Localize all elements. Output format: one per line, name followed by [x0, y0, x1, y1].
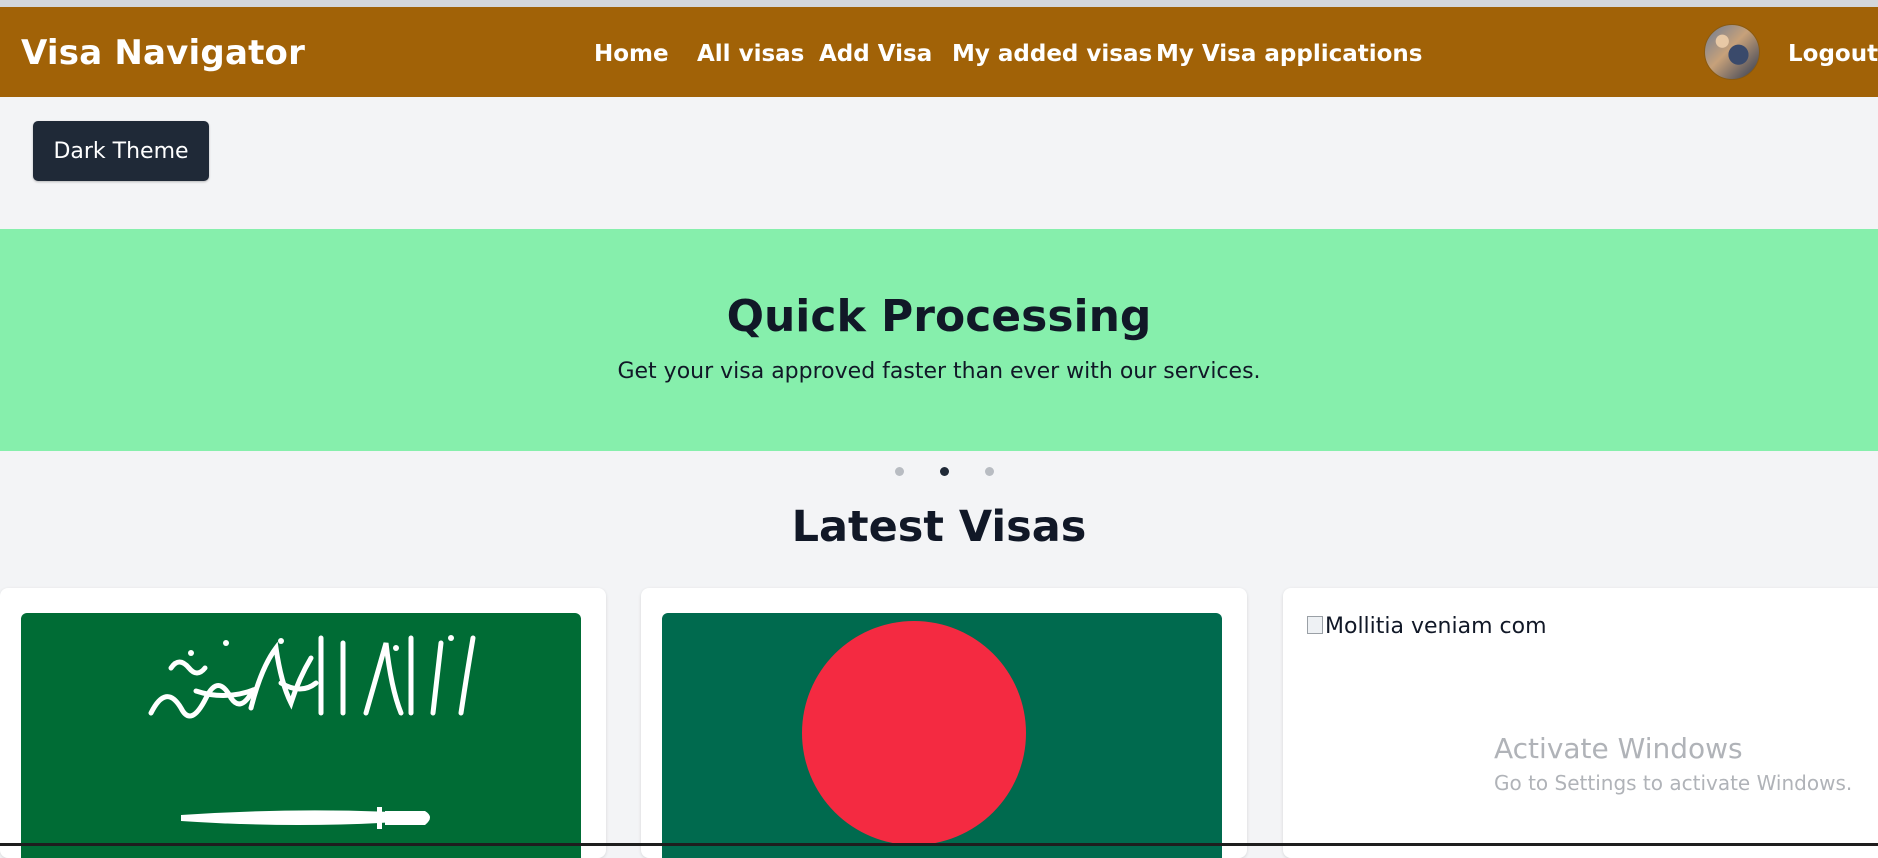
- saudi-arabia-flag-image: [21, 613, 581, 858]
- browser-top-strip: [0, 0, 1878, 7]
- nav-link-home[interactable]: Home: [594, 41, 669, 67]
- dark-theme-button[interactable]: Dark Theme: [33, 121, 209, 181]
- broken-image-icon: [1307, 616, 1323, 634]
- nav-link-my-added-visas[interactable]: My added visas: [952, 41, 1152, 67]
- carousel-dot-1[interactable]: [895, 467, 904, 476]
- slide-title: Quick Processing: [726, 291, 1152, 342]
- watermark-subtitle: Go to Settings to activate Windows.: [1494, 771, 1853, 795]
- carousel-dot-2[interactable]: [940, 467, 949, 476]
- slide-subtitle: Get your visa approved faster than ever …: [617, 359, 1261, 384]
- user-avatar[interactable]: [1704, 24, 1760, 80]
- nav-link-my-visa-applications[interactable]: My Visa applications: [1156, 41, 1423, 67]
- nav-link-all-visas[interactable]: All visas: [697, 41, 804, 67]
- latest-visas-heading: Latest Visas: [791, 502, 1087, 552]
- nav-link-add-visa[interactable]: Add Visa: [819, 41, 932, 67]
- windows-activation-watermark: Activate Windows Go to Settings to activ…: [1494, 732, 1852, 795]
- watermark-title: Activate Windows: [1494, 732, 1743, 765]
- broken-image: Mollitia veniam com: [1307, 614, 1547, 639]
- carousel-slide: Quick Processing Get your visa approved …: [0, 229, 1878, 451]
- logout-button[interactable]: Logout: [1788, 41, 1878, 67]
- carousel-dot-3[interactable]: [985, 467, 994, 476]
- saudi-arabia-flag-icon: [148, 635, 476, 829]
- visa-card[interactable]: [0, 588, 606, 858]
- brand-logo[interactable]: Visa Navigator: [21, 33, 305, 73]
- bangladesh-flag-image: [662, 613, 1222, 858]
- visa-card[interactable]: [641, 588, 1247, 858]
- broken-image-alt-text: Mollitia veniam com: [1325, 614, 1547, 639]
- visa-card[interactable]: Mollitia veniam com: [1283, 588, 1878, 858]
- navbar: Visa Navigator Home All visas Add Visa M…: [0, 7, 1878, 97]
- bangladesh-flag-red-disc: [802, 621, 1026, 845]
